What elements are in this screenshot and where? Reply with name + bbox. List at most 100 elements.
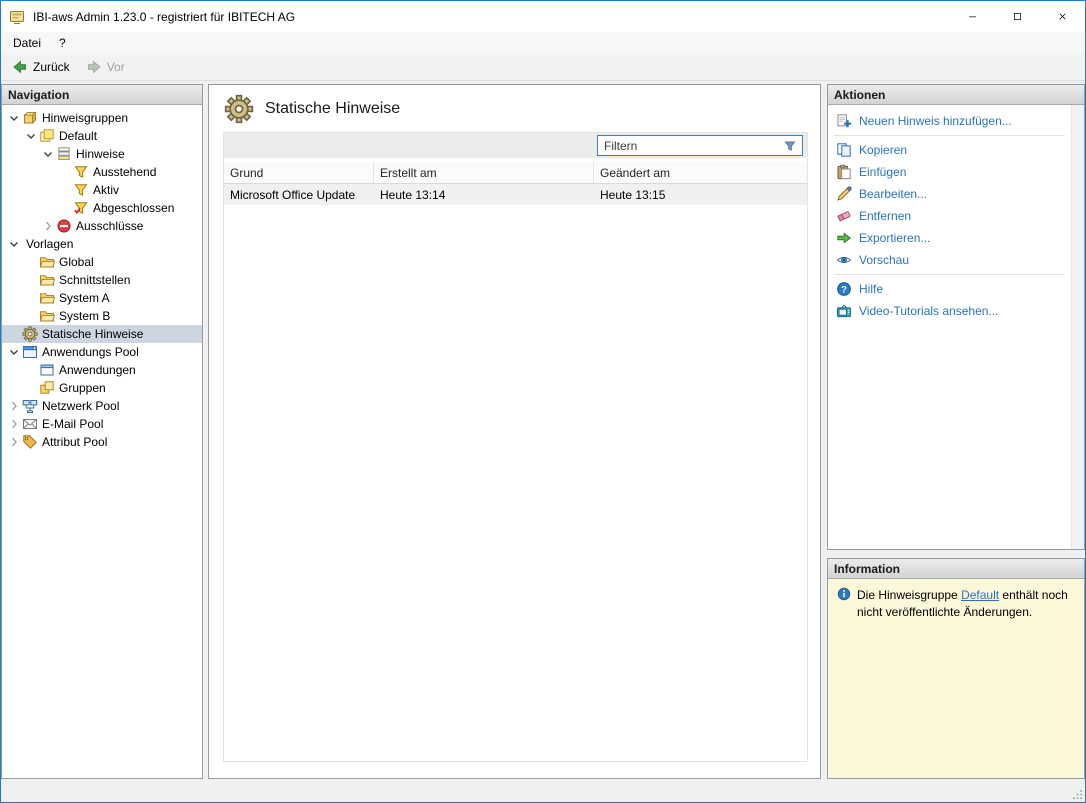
svg-text:?: ? [841, 284, 847, 295]
info-icon [837, 587, 851, 601]
filter-button[interactable] [778, 136, 802, 155]
chevron-right-icon[interactable] [6, 398, 22, 414]
panel-splitter[interactable] [827, 550, 1085, 558]
close-button[interactable] [1040, 1, 1085, 32]
action-exportieren[interactable]: Exportieren... [828, 227, 1071, 249]
tree-item-hinweisgruppen[interactable]: Hinweisgruppen [2, 109, 202, 127]
menu-item-help[interactable]: ? [50, 32, 75, 53]
minimize-button[interactable] [950, 1, 995, 32]
eraser-icon [836, 208, 852, 224]
action-einfuegen[interactable]: Einfügen [828, 161, 1071, 183]
chevron-down-icon[interactable] [23, 128, 39, 144]
right-column: Aktionen Neuen Hinweis hinzufügen...Kopi… [827, 84, 1085, 779]
actions-scrollbar[interactable] [1071, 105, 1084, 549]
chevron-right-icon[interactable] [40, 218, 56, 234]
action-hilfe[interactable]: ?Hilfe [828, 278, 1071, 300]
navigation-header: Navigation [2, 85, 202, 105]
tree-item-default[interactable]: Default [2, 127, 202, 145]
tree-item-schnittstellen[interactable]: Schnittstellen [2, 271, 202, 289]
tree-item-system-b[interactable]: System B [2, 307, 202, 325]
tree-item-anwendungs-pool[interactable]: Anwendungs Pool [2, 343, 202, 361]
expander-spacer [57, 200, 73, 216]
tree-item-ausstehend[interactable]: Ausstehend [2, 163, 202, 181]
filter-input[interactable] [598, 139, 778, 153]
table-cell: Microsoft Office Update [224, 184, 374, 205]
tree-item-label: E-Mail Pool [42, 417, 103, 431]
action-neuen-hinweis-hinzufuegen[interactable]: Neuen Hinweis hinzufügen... [828, 110, 1071, 132]
tree-item-anwendungen[interactable]: Anwendungen [2, 361, 202, 379]
column-header-grund[interactable]: Grund [224, 162, 374, 183]
back-button[interactable]: Zurück [5, 57, 77, 77]
status-bar [1, 787, 1085, 802]
forward-arrow-icon [86, 59, 102, 75]
action-bearbeiten[interactable]: Bearbeiten... [828, 183, 1071, 205]
action-label: Neuen Hinweis hinzufügen... [859, 114, 1012, 128]
table-rows: Microsoft Office UpdateHeute 13:14Heute … [224, 184, 807, 761]
tree-item-aktiv[interactable]: Aktiv [2, 181, 202, 199]
mail-icon [22, 416, 38, 432]
column-header-geaendert-am[interactable]: Geändert am [594, 162, 807, 183]
filter-box [597, 135, 803, 156]
tree-item-label: Gruppen [59, 381, 106, 395]
gear-icon [22, 326, 38, 342]
tree-item-ausschluesse[interactable]: Ausschlüsse [2, 217, 202, 235]
chevron-right-icon[interactable] [6, 416, 22, 432]
app-icon [9, 9, 25, 25]
copy-icon [836, 142, 852, 158]
column-header-erstellt-am[interactable]: Erstellt am [374, 162, 594, 183]
tree-item-netzwerk-pool[interactable]: Netzwerk Pool [2, 397, 202, 415]
chevron-right-icon[interactable] [6, 434, 22, 450]
action-entfernen[interactable]: Entfernen [828, 205, 1071, 227]
tree-item-statische-hinweise[interactable]: Statische Hinweise [2, 325, 202, 343]
attribute-icon [22, 434, 38, 450]
default-link[interactable]: Default [961, 588, 999, 602]
title-bar: IBI-aws Admin 1.23.0 - registriert für I… [1, 1, 1085, 32]
information-body: Die Hinweisgruppe Default enthält noch n… [828, 579, 1084, 778]
separator [834, 274, 1065, 275]
chevron-down-icon[interactable] [6, 236, 22, 252]
chevron-down-icon[interactable] [6, 110, 22, 126]
action-kopieren[interactable]: Kopieren [828, 139, 1071, 161]
paste-icon [836, 164, 852, 180]
tree-item-gruppen[interactable]: Gruppen [2, 379, 202, 397]
tree-item-system-a[interactable]: System A [2, 289, 202, 307]
page-title: Statische Hinweise [265, 100, 400, 118]
tree-item-label: Statische Hinweise [42, 327, 143, 341]
tree-item-attribut-pool[interactable]: Attribut Pool [2, 433, 202, 451]
menu-item-datei[interactable]: Datei [4, 32, 50, 53]
filter-strip [224, 133, 807, 158]
main-header: Statische Hinweise [209, 85, 820, 130]
funnel-done-icon [73, 200, 89, 216]
minimize-icon [967, 11, 978, 22]
tree-item-e-mail-pool[interactable]: E-Mail Pool [2, 415, 202, 433]
notes-icon [39, 128, 55, 144]
resize-grip[interactable] [1072, 789, 1083, 800]
package-icon [22, 110, 38, 126]
tree-item-label: Aktiv [93, 183, 119, 197]
information-header: Information [828, 559, 1084, 579]
splitter-dots-icon [943, 552, 969, 556]
chevron-down-icon[interactable] [6, 344, 22, 360]
action-vorschau[interactable]: Vorschau [828, 249, 1071, 271]
tree-item-hinweise[interactable]: Hinweise [2, 145, 202, 163]
action-label: Exportieren... [859, 231, 930, 245]
action-video-tutorials-ansehen[interactable]: Video-Tutorials ansehen... [828, 300, 1071, 322]
chevron-down-icon[interactable] [40, 146, 56, 162]
action-label: Kopieren [859, 143, 907, 157]
tree-item-label: Attribut Pool [42, 435, 107, 449]
tree-item-abgeschlossen[interactable]: Abgeschlossen [2, 199, 202, 217]
action-label: Bearbeiten... [859, 187, 927, 201]
video-icon [836, 303, 852, 319]
app-window: IBI-aws Admin 1.23.0 - registriert für I… [0, 0, 1086, 803]
tree-item-label: Global [59, 255, 94, 269]
maximize-button[interactable] [995, 1, 1040, 32]
forward-button[interactable]: Vor [79, 57, 132, 77]
folder-icon [39, 254, 55, 270]
help-icon: ? [836, 281, 852, 297]
back-arrow-icon [12, 59, 28, 75]
tree-item-vorlagen[interactable]: Vorlagen [2, 235, 202, 253]
table-row[interactable]: Microsoft Office UpdateHeute 13:14Heute … [224, 184, 807, 205]
table-cell: Heute 13:15 [594, 184, 807, 205]
tree-item-global[interactable]: Global [2, 253, 202, 271]
tree-item-label: Hinweisgruppen [42, 111, 128, 125]
